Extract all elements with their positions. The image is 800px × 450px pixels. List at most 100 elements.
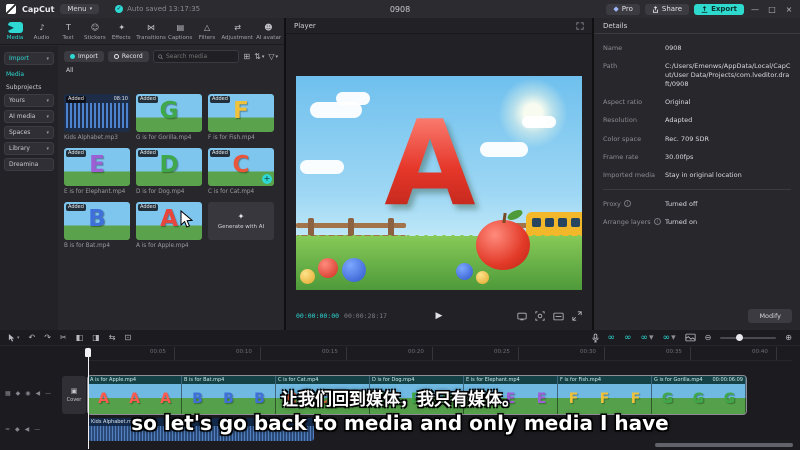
sidebar-item-yours[interactable]: Yours ▾ xyxy=(4,94,54,107)
tab-captions[interactable]: ▤ Captions xyxy=(167,18,194,44)
chevron-down-icon: ▾ xyxy=(46,55,49,62)
fullscreen-icon[interactable] xyxy=(572,311,582,321)
timeline-zoom-slider[interactable] xyxy=(720,333,777,341)
tab-media[interactable]: ▶ Media xyxy=(2,18,29,44)
playhead[interactable] xyxy=(85,348,91,449)
media-grid: Added 08:10 Kids Alphabet.mp3 Added G G is… xyxy=(64,94,274,249)
tab-effects[interactable]: ✦ Effects xyxy=(108,18,135,44)
sun-graphic xyxy=(498,78,568,148)
delete-right-button[interactable]: ◨ xyxy=(92,330,100,346)
zoom-in-button[interactable]: ⊕ xyxy=(785,330,792,346)
share-button[interactable]: Share xyxy=(644,3,690,15)
generate-with-ai-tile[interactable]: ✦ Generate with AI xyxy=(208,202,274,249)
export-button[interactable]: Export xyxy=(694,3,744,15)
filter-icon[interactable]: ▽ ▾ xyxy=(268,52,278,61)
media-item[interactable]: Added B B is for Bat.mp4 xyxy=(64,202,130,249)
cursor-icon xyxy=(8,334,15,342)
minimize-button[interactable]: — xyxy=(749,5,761,14)
lock-track-icon[interactable]: ◆ xyxy=(15,426,20,433)
horizontal-scrollbar[interactable] xyxy=(655,443,793,447)
media-item[interactable]: Added C + C is for Cat.mp4 xyxy=(208,148,274,195)
sidebar-item-media[interactable]: Media xyxy=(6,71,52,78)
cover-template-icon[interactable] xyxy=(685,333,696,342)
total-duration: 00:00:28:17 xyxy=(344,312,388,320)
waveform-track-icon[interactable]: ≈ xyxy=(5,426,10,433)
collapse-track-icon[interactable]: — xyxy=(45,390,51,397)
undo-button[interactable]: ↶ xyxy=(29,330,36,346)
grid-view-icon[interactable]: ⊞ xyxy=(243,52,250,61)
tab-stickers[interactable]: ☺ Stickers xyxy=(82,18,109,44)
sidebar-item-subprojects[interactable]: Subprojects xyxy=(6,84,52,91)
collapse-track-icon[interactable]: — xyxy=(34,426,40,433)
media-item[interactable]: Added G G is for Gorilla.mp4 xyxy=(136,94,202,141)
text-icon: T xyxy=(66,22,71,32)
mute-track-icon[interactable]: ◀ xyxy=(25,426,30,433)
sidebar-item-dreamina[interactable]: Dreamina xyxy=(4,158,54,171)
tab-ai-avatar[interactable]: ☻ AI avatar xyxy=(255,18,282,44)
timeline-panel: ▾ ↶ ↷ ✂ ◧ ◨ ⇆ ⊡ ∞ ∞ ∞ ▾ ∞ ▾ ⊖ ⊕ 00:05 00:1… xyxy=(0,330,800,450)
ratio-icon[interactable] xyxy=(553,312,564,321)
search-input[interactable] xyxy=(152,50,240,63)
grass-graphic xyxy=(296,233,582,290)
redo-button[interactable]: ↷ xyxy=(44,330,51,346)
preview-quality-icon[interactable] xyxy=(517,312,527,321)
preview-axis-toggle[interactable]: ∞ ▾ xyxy=(663,333,676,343)
timeline-ruler[interactable]: 00:05 00:10 00:15 00:20 00:25 00:30 00:3… xyxy=(88,347,792,361)
select-tool-button[interactable]: ▾ xyxy=(8,330,20,346)
transitions-icon: ⋈ xyxy=(147,22,156,32)
duration-label: 08:10 xyxy=(113,96,128,102)
crop-button[interactable]: ⊡ xyxy=(124,330,131,346)
add-to-timeline-button[interactable]: + xyxy=(262,174,272,184)
ribbon-tabs: ▶ Media ♪ Audio T Text ☺ Stickers ✦ Effects ⋈… xyxy=(0,18,284,45)
tab-audio[interactable]: ♪ Audio xyxy=(29,18,56,44)
sort-icon[interactable]: ⇅ ▾ xyxy=(254,52,264,61)
voiceover-mic-icon[interactable] xyxy=(591,333,599,343)
track-options-icon[interactable]: ▦ xyxy=(5,390,11,397)
ball-graphic xyxy=(476,271,489,284)
import-button[interactable]: Import xyxy=(64,51,104,62)
close-button[interactable]: × xyxy=(783,5,795,14)
info-icon: i xyxy=(653,218,661,226)
tab-text[interactable]: T Text xyxy=(55,18,82,44)
player-expand-icon[interactable] xyxy=(576,21,584,30)
tab-adjustment[interactable]: ⇄ Adjustment xyxy=(220,18,254,44)
zoom-out-button[interactable]: ⊖ xyxy=(705,330,712,346)
hide-track-icon[interactable]: ◉ xyxy=(25,390,30,397)
audio-track-clip[interactable]: Kids Alphabet.mp3 xyxy=(88,418,314,441)
tab-transitions[interactable]: ⋈ Transitions xyxy=(135,18,167,44)
magnetic-snap-toggle[interactable]: ∞ xyxy=(608,333,616,343)
modify-button[interactable]: Modify xyxy=(748,309,792,323)
lock-track-icon[interactable]: ◆ xyxy=(16,390,21,397)
sidebar-item-import[interactable]: Import ▾ xyxy=(4,52,54,65)
link-toggle[interactable]: ∞ ▾ xyxy=(641,333,654,343)
snapshot-icon[interactable] xyxy=(535,311,545,321)
sidebar-item-library[interactable]: Library ▾ xyxy=(4,142,54,155)
current-timecode: 00:00:00:00 xyxy=(296,312,340,320)
audio-track-header: ≈ ◆ ◀ — xyxy=(5,426,57,433)
import-icon xyxy=(70,54,75,59)
delete-left-button[interactable]: ◧ xyxy=(76,330,84,346)
mirror-button[interactable]: ⇆ xyxy=(109,330,116,346)
cover-button[interactable]: ▣ Cover xyxy=(62,376,86,414)
split-button[interactable]: ✂ xyxy=(60,330,67,346)
media-item[interactable]: Added F F is for Fish.mp4 xyxy=(208,94,274,141)
effects-icon: ✦ xyxy=(118,22,126,32)
pro-button[interactable]: ◆ Pro xyxy=(606,3,640,15)
record-button[interactable]: Record xyxy=(107,51,149,62)
media-item[interactable]: Added D D is for Dog.mp4 xyxy=(136,148,202,195)
mute-track-icon[interactable]: ◀ xyxy=(36,390,41,397)
play-button[interactable]: ▶ xyxy=(436,311,443,321)
chevron-down-icon: ▾ xyxy=(46,129,49,136)
media-item[interactable]: Added E E is for Elephant.mp4 xyxy=(64,148,130,195)
media-library-panel: ▶ Media ♪ Audio T Text ☺ Stickers ✦ Effects ⋈… xyxy=(0,18,284,330)
maximize-button[interactable]: □ xyxy=(766,5,778,14)
media-item-audio[interactable]: Added 08:10 Kids Alphabet.mp3 xyxy=(64,94,130,141)
video-track[interactable]: A is for Apple.mp4 A A A B is for Bat.mp4 B B… xyxy=(87,375,747,415)
auto-ripple-toggle[interactable]: ∞ xyxy=(624,333,632,343)
all-filter-label[interactable]: All xyxy=(66,67,284,74)
sidebar-item-spaces[interactable]: Spaces ▾ xyxy=(4,126,54,139)
sidebar-item-ai-media[interactable]: AI media ▾ xyxy=(4,110,54,123)
slider-knob[interactable] xyxy=(736,333,744,341)
tab-filters[interactable]: △ Filters xyxy=(194,18,221,44)
video-preview[interactable]: A xyxy=(296,76,582,290)
